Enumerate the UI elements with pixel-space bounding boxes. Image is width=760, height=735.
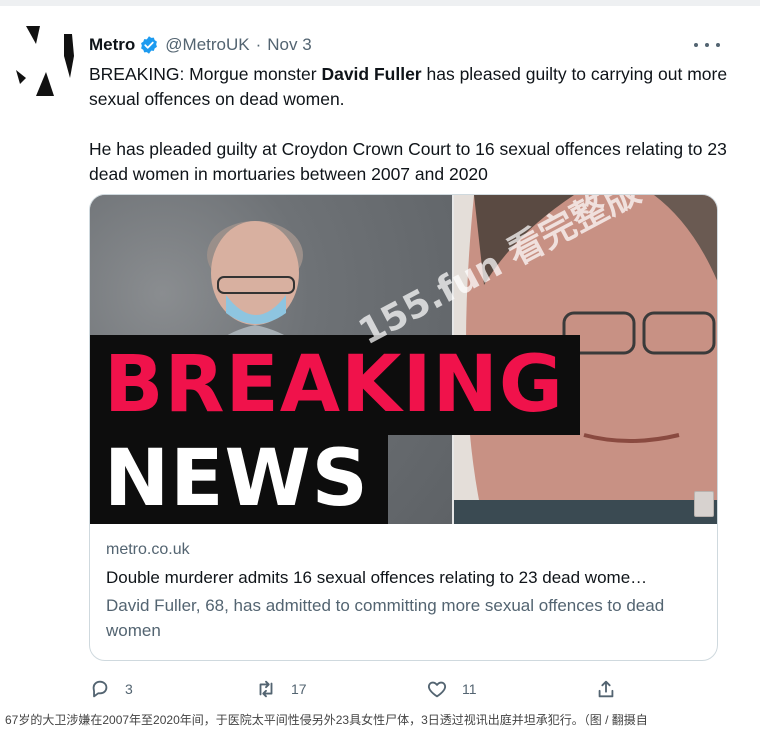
tweet-text-name: David Fuller — [321, 64, 422, 84]
reply-count: 3 — [125, 681, 133, 697]
card-description: David Fuller, 68, has admitted to commit… — [106, 596, 665, 640]
card-info[interactable]: metro.co.uk Double murderer admits 16 se… — [90, 525, 717, 643]
like-count: 11 — [462, 681, 477, 697]
tweet-text-prefix: BREAKING: Morgue monster — [89, 64, 322, 84]
card-image[interactable]: BREAKING NEWS 155.fun 看完整版 — [90, 195, 717, 524]
retweet-button[interactable]: 17 — [255, 678, 307, 700]
avatar[interactable] — [14, 26, 76, 96]
reply-button[interactable]: 3 — [89, 678, 133, 700]
crest-icon — [694, 491, 714, 517]
metro-logo-icon — [16, 26, 74, 96]
tweet-actions: 3 17 11 — [89, 678, 629, 702]
verified-badge-icon — [141, 36, 158, 54]
tweet[interactable]: Metro @MetroUK · Nov 3 BREAKING: Morgue … — [0, 6, 760, 706]
tweet-paragraph-1: BREAKING: Morgue monster David Fuller ha… — [89, 62, 729, 112]
news-text: NEWS — [104, 434, 369, 524]
tweet-header: Metro @MetroUK · Nov 3 — [89, 34, 312, 56]
breaking-text: BREAKING — [104, 340, 564, 430]
share-button[interactable] — [595, 678, 617, 700]
tweet-paragraph-2: He has pleaded guilty at Croydon Crown C… — [89, 139, 727, 184]
tweet-date[interactable]: Nov 3 — [267, 35, 311, 55]
card-domain: metro.co.uk — [106, 541, 190, 558]
share-icon — [598, 680, 614, 698]
like-button[interactable]: 11 — [426, 678, 477, 700]
author-handle[interactable]: @MetroUK — [165, 35, 249, 55]
link-card[interactable]: BREAKING NEWS 155.fun 看完整版 metro.co.uk D… — [89, 194, 718, 661]
retweet-icon — [259, 680, 273, 698]
card-title[interactable]: Double murderer admits 16 sexual offence… — [106, 566, 703, 590]
more-options-icon[interactable] — [694, 34, 720, 56]
retweet-count: 17 — [291, 681, 307, 697]
tweet-text: BREAKING: Morgue monster David Fuller ha… — [89, 62, 729, 212]
author-name[interactable]: Metro — [89, 35, 135, 55]
separator-dot: · — [255, 35, 262, 54]
photo-caption: 67岁的大卫涉嫌在2007年至2020年间，于医院太平间性侵另外23具女性尸体，… — [5, 713, 648, 727]
reply-icon — [92, 680, 108, 698]
heart-icon — [427, 681, 447, 698]
